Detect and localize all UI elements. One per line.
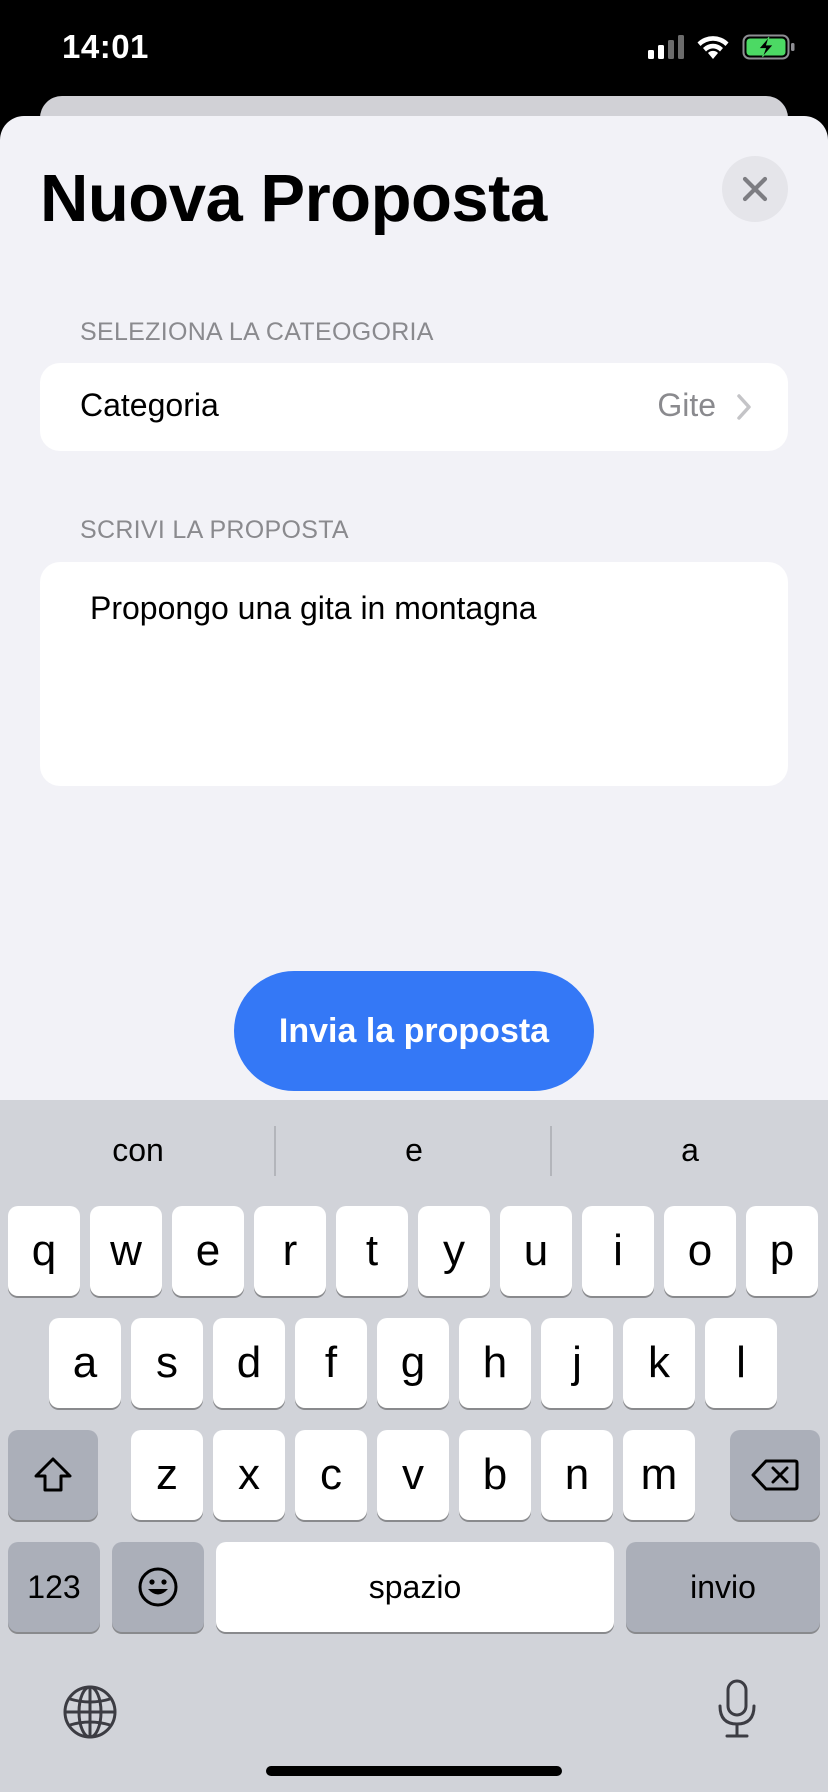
suggestion-bar: con e a [0,1100,828,1200]
key-d[interactable]: d [213,1318,285,1408]
space-key[interactable]: spazio [216,1542,614,1632]
key-q[interactable]: q [8,1206,80,1296]
proposal-text-area[interactable]: Propongo una gita in montagna [40,562,788,786]
suggestion-item[interactable]: con [0,1100,276,1200]
key-e[interactable]: e [172,1206,244,1296]
key-g[interactable]: g [377,1318,449,1408]
key-n[interactable]: n [541,1430,613,1520]
wifi-icon [696,34,730,65]
key-p[interactable]: p [746,1206,818,1296]
close-button[interactable] [722,156,788,222]
suggestion-item[interactable]: e [276,1100,552,1200]
key-v[interactable]: v [377,1430,449,1520]
key-h[interactable]: h [459,1318,531,1408]
status-bar: 14:01 [0,0,828,96]
emoji-icon [138,1567,178,1607]
key-k[interactable]: k [623,1318,695,1408]
proposal-text: Propongo una gita in montagna [90,590,537,626]
key-j[interactable]: j [541,1318,613,1408]
key-m[interactable]: m [623,1430,695,1520]
proposal-section-header: SCRIVI LA PROPOSTA [80,516,349,544]
home-indicator[interactable] [266,1766,562,1776]
key-s[interactable]: s [131,1318,203,1408]
key-c[interactable]: c [295,1430,367,1520]
delete-key[interactable] [730,1430,820,1520]
key-w[interactable]: w [90,1206,162,1296]
battery-charging-icon [742,34,796,65]
shift-icon [34,1457,72,1492]
keyboard: con e a q w e r t y u i o p a s d f g h … [0,1100,828,1792]
microphone-icon[interactable] [716,1678,758,1745]
chevron-right-icon [736,393,752,426]
key-a[interactable]: a [49,1318,121,1408]
numbers-key[interactable]: 123 [8,1542,100,1632]
emoji-key[interactable] [112,1542,204,1632]
category-label: Categoria [80,387,219,423]
key-b[interactable]: b [459,1430,531,1520]
page-title: Nuova Proposta [40,161,547,236]
key-o[interactable]: o [664,1206,736,1296]
key-f[interactable]: f [295,1318,367,1408]
key-l[interactable]: l [705,1318,777,1408]
screen: 14:01 Nuova Proposta SELEZIONA LA CATEOG… [0,0,828,1792]
key-r[interactable]: r [254,1206,326,1296]
shift-key[interactable] [8,1430,98,1520]
send-proposal-button[interactable]: Invia la proposta [234,971,594,1091]
key-y[interactable]: y [418,1206,490,1296]
globe-icon[interactable] [62,1684,118,1745]
delete-icon [751,1459,799,1491]
category-section-header: SELEZIONA LA CATEOGORIA [80,318,434,346]
category-row[interactable]: Categoria Gite [40,363,788,451]
close-icon [742,176,768,202]
key-i[interactable]: i [582,1206,654,1296]
key-t[interactable]: t [336,1206,408,1296]
suggestion-item[interactable]: a [552,1100,828,1200]
key-z[interactable]: z [131,1430,203,1520]
status-time: 14:01 [62,28,149,65]
key-u[interactable]: u [500,1206,572,1296]
category-value: Gite [657,387,716,423]
status-icons [648,34,796,65]
return-key[interactable]: invio [626,1542,820,1632]
cellular-signal-icon [648,35,684,64]
key-x[interactable]: x [213,1430,285,1520]
